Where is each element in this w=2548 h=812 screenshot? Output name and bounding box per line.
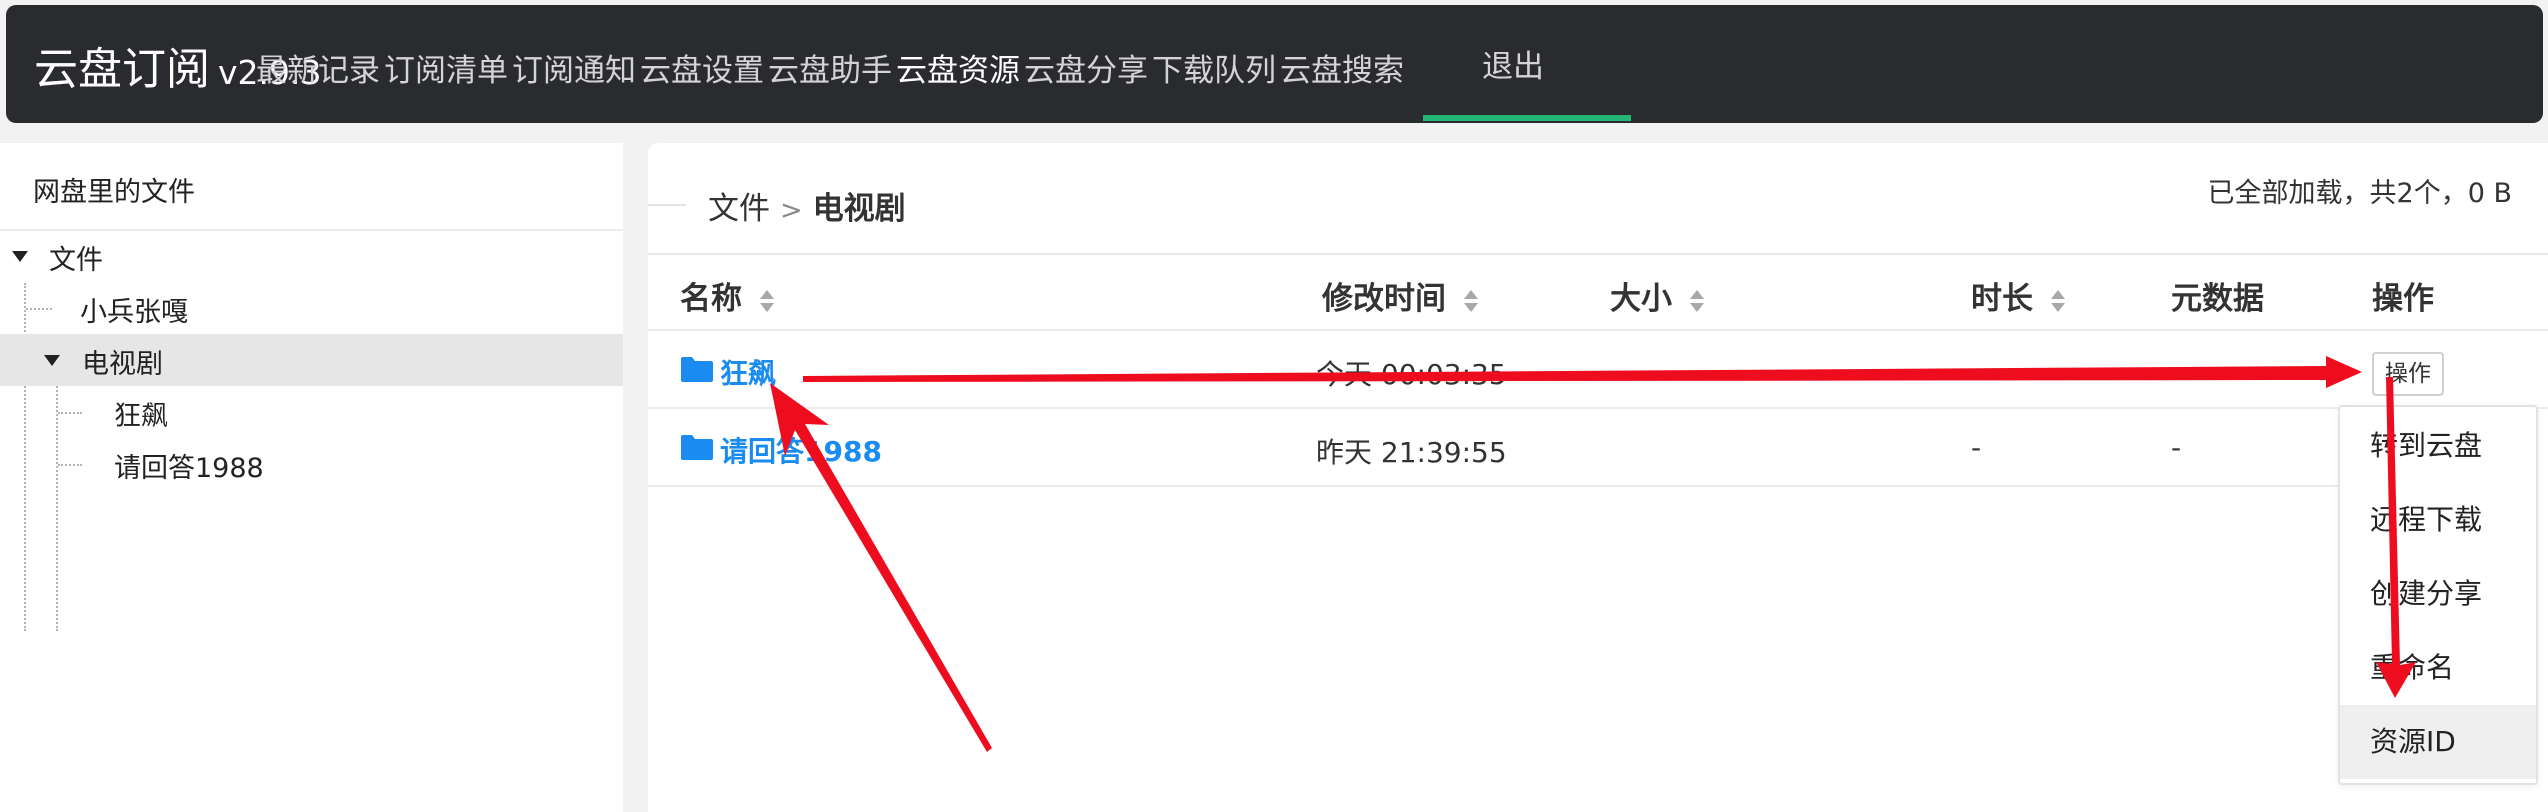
- top-navigation-bar: 云盘订阅 v2.9.3 最新记录 订阅清单 订阅通知 云盘设置 云盘助手 云盘资源…: [6, 5, 2543, 123]
- menu-item-resource-id[interactable]: 资源ID: [2340, 705, 2536, 779]
- column-header-actions: 操作: [2372, 273, 2434, 318]
- nav-item-cloud-settings[interactable]: 云盘设置: [640, 45, 764, 90]
- menu-item-rename[interactable]: 重命名: [2340, 631, 2536, 705]
- row-divider: [648, 329, 2548, 331]
- column-header-label: 元数据: [2171, 281, 2264, 317]
- row-divider: [648, 407, 2548, 409]
- nav-item-subscription-list[interactable]: 订阅清单: [384, 45, 508, 90]
- column-header-modified[interactable]: 修改时间: [1322, 273, 1480, 318]
- tree-node-label: 小兵张嘎: [80, 297, 188, 328]
- nav-item-download-queue[interactable]: 下载队列: [1152, 45, 1276, 90]
- nav-item-cloud-resources[interactable]: 云盘资源: [896, 45, 1020, 90]
- modified-time: 今天 00:03:35: [1316, 358, 1507, 391]
- sort-icon[interactable]: [758, 287, 776, 315]
- row-divider: [648, 485, 2338, 487]
- file-tree-panel: 网盘里的文件 文件 小兵张嘎 电视剧 狂飙 请回答1988: [0, 143, 623, 812]
- sort-icon[interactable]: [1688, 287, 1706, 315]
- caret-down-icon[interactable]: [44, 355, 60, 366]
- nav-item-cloud-search[interactable]: 云盘搜索: [1280, 45, 1404, 90]
- nav-item-latest-records[interactable]: 最新记录: [256, 45, 380, 90]
- modified-time: 昨天 21:39:55: [1316, 436, 1507, 469]
- app-window: 云盘订阅 v2.9.3 最新记录 订阅清单 订阅通知 云盘设置 云盘助手 云盘资源…: [0, 0, 2548, 812]
- column-header-duration[interactable]: 时长: [1971, 273, 2067, 318]
- sort-icon[interactable]: [2049, 287, 2067, 315]
- tree-node-xiaobingzhangga[interactable]: 小兵张嘎: [0, 282, 623, 334]
- nav-active-indicator: [1423, 115, 1631, 121]
- breadcrumb-divider: [648, 204, 686, 206]
- sort-icon[interactable]: [1462, 287, 1480, 315]
- operation-dropdown-menu: 转到云盘 远程下载 创建分享 重命名 资源ID: [2338, 405, 2538, 785]
- column-header-label: 修改时间: [1322, 281, 1446, 317]
- tree-node-root[interactable]: 文件: [0, 230, 623, 282]
- folder-name-link[interactable]: 狂飙: [720, 352, 776, 392]
- folder-icon: [681, 357, 713, 382]
- column-header-metadata: 元数据: [2171, 273, 2264, 318]
- logout-link[interactable]: 退出: [1482, 41, 1544, 86]
- load-status-text: 已全部加载，共2个，0 B: [2207, 178, 2512, 209]
- tree-node-label: 电视剧: [82, 349, 163, 380]
- table-header-divider: [648, 253, 2548, 255]
- duration-value: -: [1971, 431, 1982, 464]
- menu-item-create-share[interactable]: 创建分享: [2340, 557, 2536, 631]
- nav-item-subscription-notice[interactable]: 订阅通知: [512, 45, 636, 90]
- nav-item-cloud-share[interactable]: 云盘分享: [1024, 45, 1148, 90]
- tree-node-label: 狂飙: [114, 401, 168, 432]
- metadata-value: -: [2171, 431, 2182, 464]
- breadcrumb-current: 电视剧: [812, 191, 906, 227]
- tree-node-tv-series[interactable]: 电视剧: [0, 334, 623, 386]
- breadcrumb: 文件 > 电视剧: [708, 183, 906, 228]
- menu-item-remote-download[interactable]: 远程下载: [2340, 483, 2536, 557]
- column-header-size[interactable]: 大小: [1610, 273, 1706, 318]
- breadcrumb-item[interactable]: 文件: [708, 191, 770, 227]
- caret-down-icon[interactable]: [12, 251, 28, 262]
- panel-title: 网盘里的文件: [33, 177, 195, 208]
- folder-name-link[interactable]: 请回答1988: [720, 430, 882, 470]
- operation-button[interactable]: 操作: [2372, 352, 2444, 396]
- breadcrumb-separator: >: [780, 195, 803, 226]
- tree-node-kuangbiao[interactable]: 狂飙: [0, 386, 623, 438]
- column-header-label: 时长: [1971, 281, 2033, 317]
- nav-item-cloud-assistant[interactable]: 云盘助手: [768, 45, 892, 90]
- menu-item-goto-cloud[interactable]: 转到云盘: [2340, 409, 2536, 483]
- column-header-name[interactable]: 名称: [680, 273, 776, 318]
- column-header-label: 大小: [1610, 281, 1672, 317]
- column-header-label: 名称: [680, 281, 742, 317]
- app-name: 云盘订阅: [34, 44, 210, 95]
- column-header-label: 操作: [2372, 281, 2434, 317]
- file-list-panel: 文件 > 电视剧 已全部加载，共2个，0 B 名称 修改时间 大小 时长 元数据 操…: [648, 143, 2548, 812]
- tree-node-reply1988[interactable]: 请回答1988: [0, 438, 623, 490]
- tree-node-label: 文件: [49, 245, 103, 276]
- tree-node-label: 请回答1988: [114, 453, 264, 484]
- folder-icon: [681, 435, 713, 460]
